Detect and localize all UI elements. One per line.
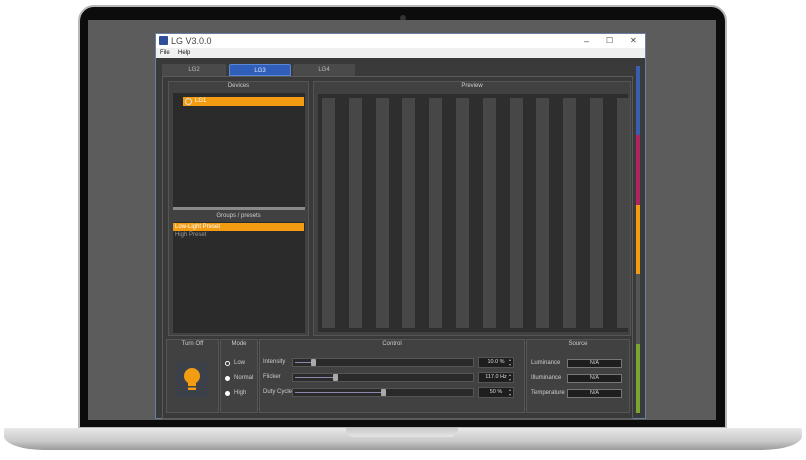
- control-slider[interactable]: [292, 373, 474, 382]
- spin-arrows-icon[interactable]: ▴ ▾: [509, 372, 511, 382]
- mode-title: Mode: [231, 341, 247, 347]
- groups-title: Groups / presets: [216, 213, 261, 219]
- strip-segment: [636, 204, 640, 275]
- menu-bar: File Help: [156, 48, 645, 58]
- mode-label: Normal: [234, 375, 254, 381]
- preview-bar: [509, 98, 523, 328]
- preview-bar: [402, 98, 416, 328]
- preview-bar: [482, 98, 496, 328]
- control-slider[interactable]: [292, 388, 474, 397]
- slider-handle[interactable]: [333, 374, 339, 381]
- preview-bar: [536, 98, 550, 328]
- groups-list: Low-Light Preset High Preset: [173, 222, 305, 333]
- app-window: LG V3.0.0 – ☐ ✕ File Help LG2 LG3 LG4 De…: [155, 33, 646, 419]
- spinbox-value: 50 %: [489, 389, 503, 395]
- device-item-lg1[interactable]: LG1: [183, 97, 304, 106]
- maximize-button[interactable]: ☐: [606, 34, 613, 48]
- devices-list: LG1: [173, 93, 305, 207]
- app-logo-icon: [159, 36, 168, 45]
- device-label: LG1: [195, 98, 207, 104]
- preview-bar: [456, 98, 469, 328]
- preview-bar: [563, 98, 577, 328]
- light-bulb-icon: [184, 368, 200, 390]
- strip-segment: [636, 343, 640, 413]
- turn-off-button[interactable]: [175, 362, 209, 397]
- tab-lg2[interactable]: LG2: [162, 64, 226, 76]
- color-strip: [636, 66, 640, 413]
- preview-bar: [590, 98, 603, 328]
- slider-handle[interactable]: [310, 359, 316, 366]
- temperature-value: N/A: [567, 389, 622, 398]
- control-label: Duty Cycle: [263, 389, 293, 395]
- turn-off-title: Turn Off: [181, 341, 204, 347]
- control-slider[interactable]: [292, 358, 474, 367]
- minimize-button[interactable]: –: [584, 34, 589, 48]
- window-title: LG V3.0.0: [171, 36, 212, 46]
- splitter-handle[interactable]: [173, 207, 305, 210]
- luminance-value: N/A: [567, 359, 622, 368]
- control-label: Intensity: [263, 359, 286, 365]
- control-panel: Control Intensity 10.0 % ▴ ▾ Flicker 117.0 Hz…: [259, 339, 525, 413]
- illuminance-value: N/A: [567, 374, 622, 383]
- preview-bar: [322, 98, 335, 328]
- illuminance-label: Illuminance: [531, 375, 562, 381]
- mode-radio-high[interactable]: High: [225, 390, 246, 396]
- mode-radio-normal[interactable]: Normal: [225, 375, 253, 381]
- source-panel: Source Luminance N/A Illuminance N/A Tem…: [526, 339, 630, 413]
- luminance-label: Luminance: [531, 360, 561, 366]
- spinbox-value: 117.0 Hz: [485, 374, 507, 380]
- group-item-low-light[interactable]: Low-Light Preset: [173, 223, 304, 231]
- turn-off-panel: Turn Off: [166, 339, 219, 413]
- menu-help[interactable]: Help: [178, 48, 190, 58]
- title-bar: LG V3.0.0 – ☐ ✕: [156, 34, 645, 48]
- strip-segment: [636, 135, 640, 205]
- strip-segment: [636, 274, 640, 344]
- preview-bar: [429, 98, 443, 328]
- preview-title: Preview: [461, 83, 483, 89]
- slider-fill: [295, 377, 336, 378]
- preview-bar: [348, 98, 362, 328]
- control-title: Control: [382, 341, 402, 347]
- slider-fill: [295, 362, 313, 363]
- mode-radio-low[interactable]: Low: [225, 360, 245, 366]
- slider-fill: [295, 392, 383, 393]
- mode-panel: Mode Low Normal High: [220, 339, 258, 413]
- laptop-notch: [346, 428, 458, 437]
- slider-handle[interactable]: [381, 389, 386, 396]
- spin-arrows-icon[interactable]: ▴ ▾: [509, 387, 511, 397]
- control-label: Flicker: [263, 374, 281, 380]
- source-title: Source: [568, 341, 588, 347]
- devices-title: Devices: [227, 83, 250, 89]
- control-value-spinbox[interactable]: 10.0 % ▴ ▾: [478, 357, 514, 368]
- preview-area: [318, 94, 630, 332]
- mode-label: High: [234, 390, 247, 396]
- spinbox-value: 10.0 %: [487, 359, 505, 365]
- temperature-label: Temperature: [531, 390, 565, 396]
- control-value-spinbox[interactable]: 50 % ▴ ▾: [478, 387, 514, 398]
- spin-arrows-icon[interactable]: ▴ ▾: [509, 357, 511, 367]
- close-button[interactable]: ✕: [630, 34, 637, 48]
- preview-panel: Preview: [313, 81, 631, 336]
- devices-panel: Devices LG1 Groups / presets Low-Light P…: [168, 81, 309, 336]
- tab-lg4[interactable]: LG4: [293, 64, 355, 76]
- preview-bar: [375, 98, 389, 328]
- group-item-high[interactable]: High Preset: [175, 232, 206, 238]
- mode-label: Low: [234, 360, 246, 366]
- strip-segment: [636, 66, 640, 136]
- menu-file[interactable]: File: [160, 48, 170, 58]
- tab-lg3[interactable]: LG3: [229, 64, 291, 76]
- control-value-spinbox[interactable]: 117.0 Hz ▴ ▾: [478, 372, 514, 383]
- preview-bar: [616, 98, 630, 328]
- device-icon: [185, 98, 192, 105]
